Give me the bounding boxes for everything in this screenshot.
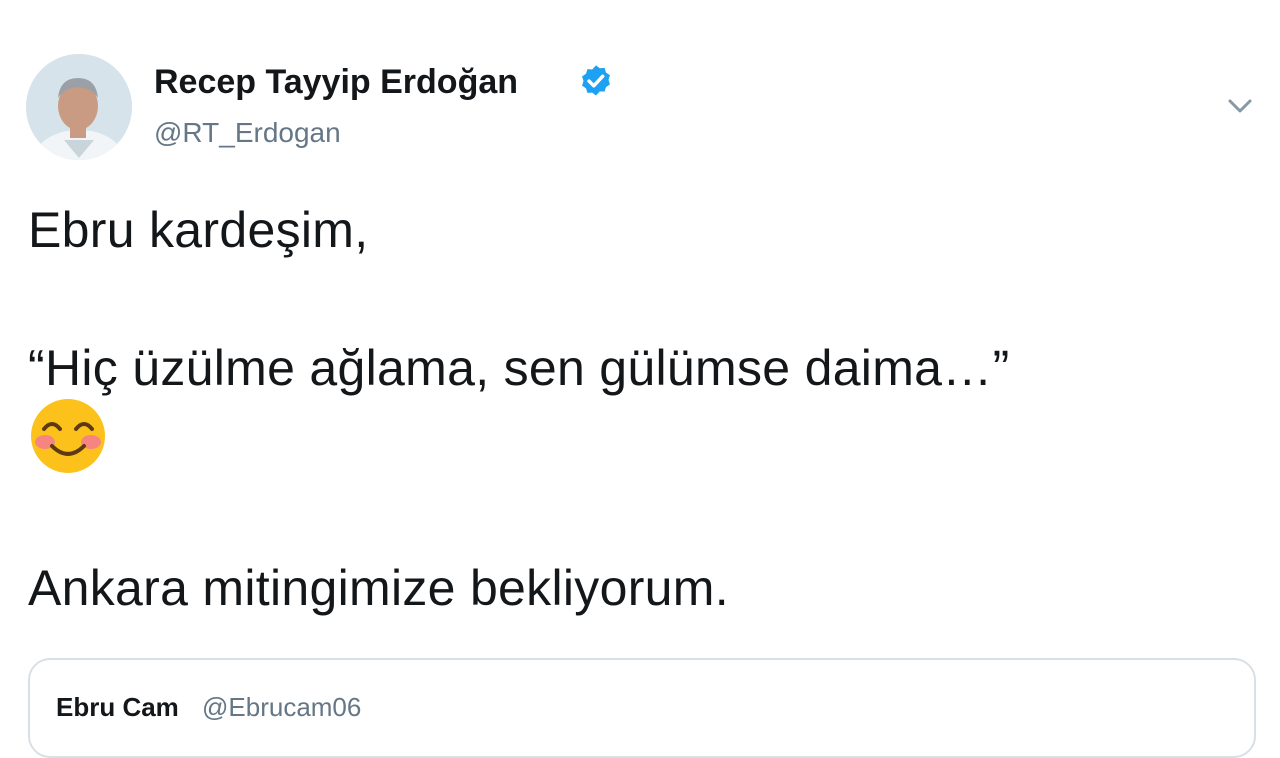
quoted-tweet[interactable]: Ebru Cam @Ebrucam06	[28, 658, 1256, 758]
author-name[interactable]: Recep Tayyip Erdoğan	[154, 60, 518, 104]
quoted-author-name: Ebru Cam	[56, 692, 179, 722]
author-handle[interactable]: @RT_Erdogan	[154, 114, 341, 152]
tweet-text-line: “Hiç üzülme ağlama, sen gülümse daima…”	[28, 340, 1010, 396]
author-avatar[interactable]	[26, 54, 132, 160]
chevron-down-icon[interactable]	[1222, 88, 1258, 124]
verified-badge-icon	[582, 65, 610, 96]
avatar-image	[26, 54, 132, 160]
quoted-author-handle: @Ebrucam06	[202, 692, 362, 722]
tweet-card: Recep Tayyip Erdoğan @RT_Erdogan Ebru ka…	[0, 0, 1280, 758]
tweet-text-line: Ebru kardeşim,	[28, 202, 369, 258]
smiling-face-emoji-icon	[31, 399, 105, 473]
tweet-text-line: Ankara mitingimize bekliyorum.	[28, 560, 729, 616]
